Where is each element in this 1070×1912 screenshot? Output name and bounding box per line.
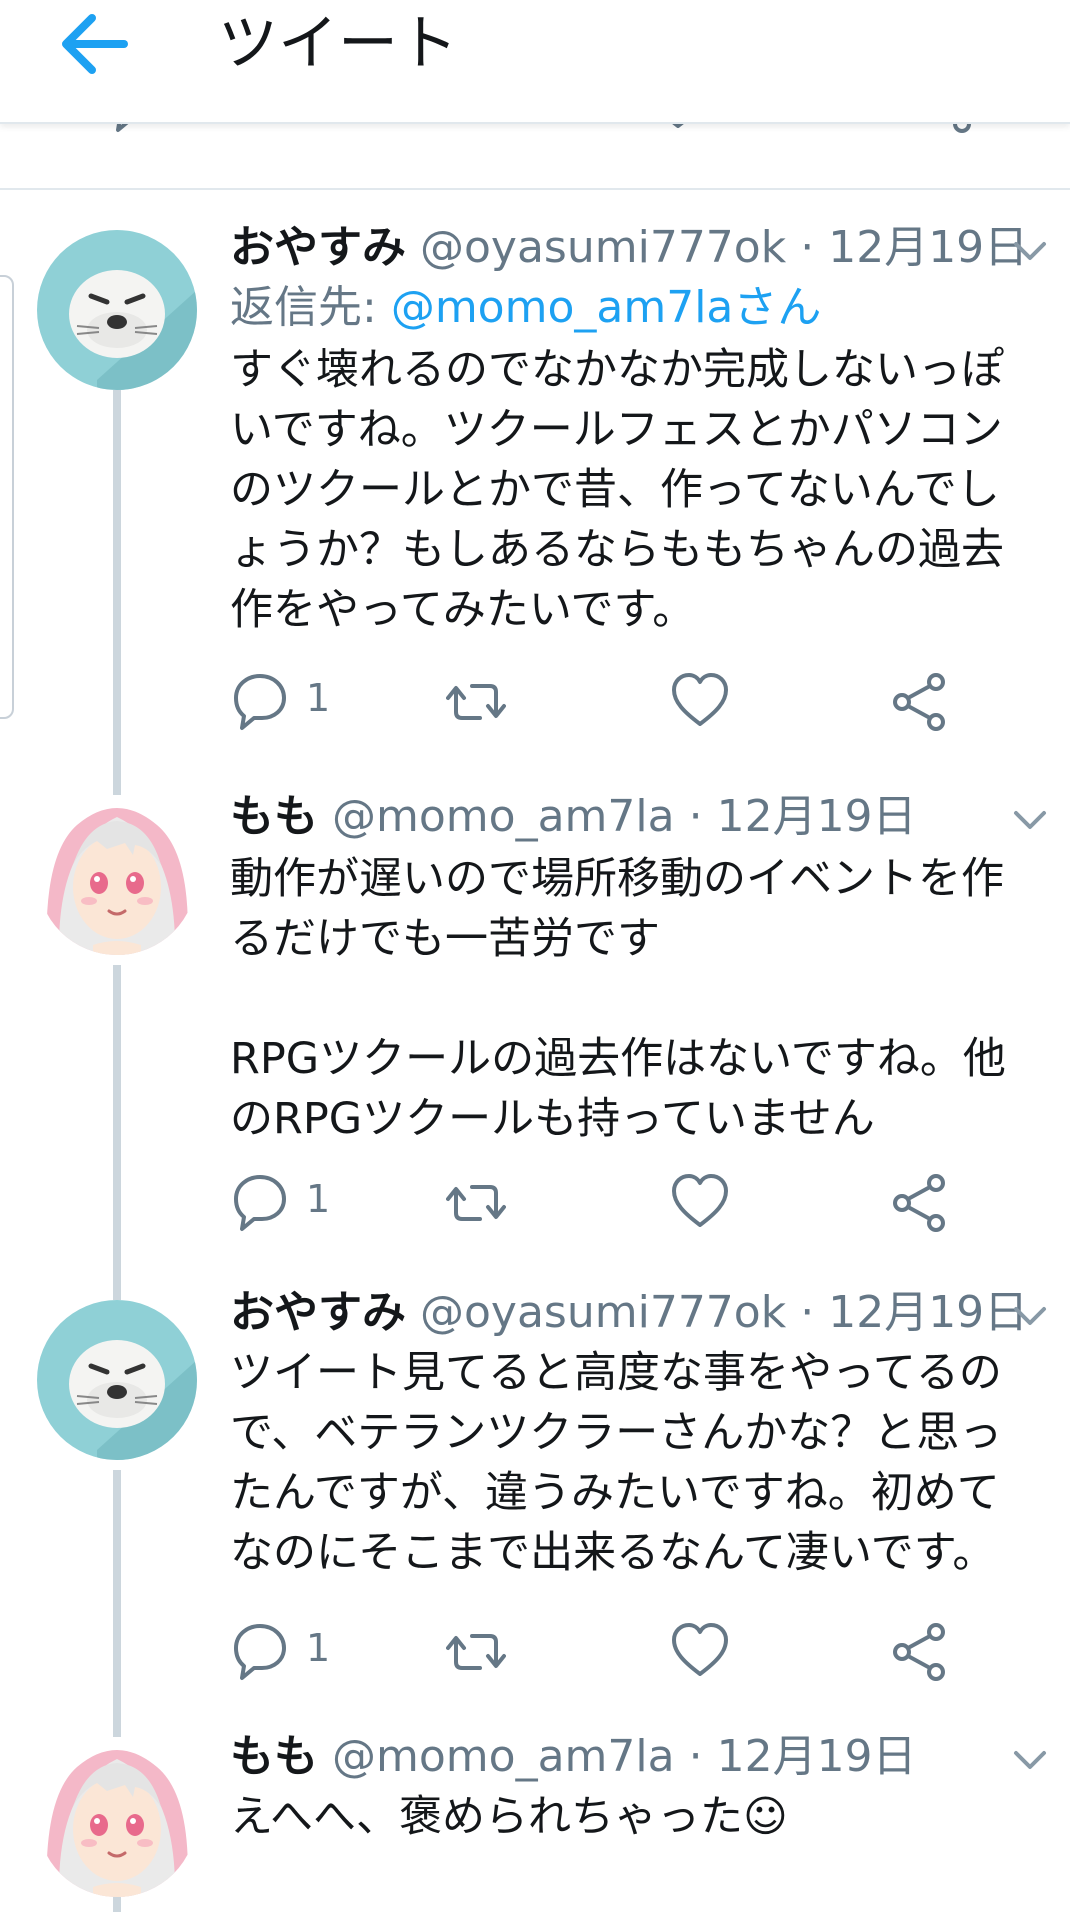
back-button[interactable]: [56, 4, 136, 84]
thread-line: [113, 1470, 121, 1725]
retweet-icon: [446, 684, 506, 720]
separator-dot: ·: [800, 222, 815, 273]
reply-to-line: 返信先: @momo_am7laさん: [230, 280, 821, 336]
top-bar: ツイート: [0, 0, 1070, 124]
thread-line: [113, 1897, 121, 1912]
user-handle[interactable]: @momo_am7la: [332, 1731, 675, 1782]
display-name[interactable]: もも: [230, 791, 318, 842]
page-title: ツイート: [218, 9, 458, 79]
separator-dot: ·: [688, 1731, 703, 1782]
tweet-text: 動作が遅いので場所移動のイベントを作るだけでも一苦労です RPGツクールの過去作…: [230, 854, 1006, 1144]
tweet-header: もも @momo_am7la · 12月19日: [230, 1729, 917, 1785]
display-name[interactable]: おやすみ: [230, 1287, 406, 1338]
tweet-header: おやすみ @oyasumi777ok · 12月19日: [230, 220, 1028, 276]
reply-to-mention[interactable]: @momo_am7laさん: [391, 282, 822, 333]
chevron-down-icon[interactable]: [1010, 1297, 1050, 1337]
separator-dot: ·: [688, 791, 703, 842]
thread-line: [113, 1285, 121, 1300]
retweet-icon: [446, 1634, 506, 1670]
tweet-actions: 1: [230, 1169, 1010, 1232]
tweet-item[interactable]: おやすみ @oyasumi777ok · 12月19日 返信先: @momo_a…: [0, 190, 1070, 790]
chevron-down-icon[interactable]: [1010, 801, 1050, 841]
heart-icon: [672, 1174, 728, 1227]
tweet-item[interactable]: おやすみ @oyasumi777ok · 12月19日 ツイート見てると高度な事…: [0, 1285, 1070, 1725]
avatar[interactable]: [37, 1737, 197, 1897]
reply-count: 1: [306, 676, 331, 720]
reply-count: 1: [306, 1177, 331, 1221]
tweet-item[interactable]: もも @momo_am7la · 12月19日 動作が遅いので場所移動のイベント…: [0, 765, 1070, 1285]
tweet-actions: 1: [230, 668, 1010, 731]
user-handle[interactable]: @oyasumi777ok: [420, 222, 786, 273]
tweet-text: すぐ壊れるのでなかなか完成しないっぽいですね。ツクールフェスとかパソコンのツクー…: [230, 345, 1004, 635]
tweet-date[interactable]: 12月19日: [828, 222, 1028, 273]
tweet-date[interactable]: 12月19日: [828, 1287, 1028, 1338]
share-icon: [893, 1174, 945, 1232]
reply-to-label: 返信先:: [230, 282, 391, 333]
avatar[interactable]: [37, 1300, 197, 1460]
seal-avatar-icon: [37, 230, 197, 390]
tweet-header: もも @momo_am7la · 12月19日: [230, 789, 917, 845]
user-handle[interactable]: @momo_am7la: [332, 791, 675, 842]
tweet-item[interactable]: もも @momo_am7la · 12月19日 えへへ、褒められちゃった☺: [0, 1725, 1070, 1912]
thread-line: [113, 765, 121, 795]
tweet-actions: 1: [230, 1618, 1010, 1681]
separator-dot: ·: [800, 1287, 815, 1338]
reply-icon: [234, 1624, 286, 1680]
tweet-date[interactable]: 12月19日: [717, 1731, 917, 1782]
chevron-down-icon[interactable]: [1010, 232, 1050, 272]
anime-girl-avatar-icon: [37, 1737, 197, 1897]
display-name[interactable]: おやすみ: [230, 222, 406, 273]
tweet-date[interactable]: 12月19日: [717, 791, 917, 842]
heart-icon: [672, 1623, 728, 1676]
reply-count: 1: [306, 1626, 331, 1670]
retweet-icon: [446, 1185, 506, 1221]
avatar[interactable]: [37, 230, 197, 390]
reply-icon: [234, 1175, 286, 1231]
arrow-left-icon: [62, 14, 128, 74]
anime-girl-avatar-icon: [37, 795, 197, 955]
reply-icon: [234, 674, 286, 730]
share-icon: [893, 1623, 945, 1681]
heart-icon: [672, 673, 728, 726]
avatar[interactable]: [37, 795, 197, 955]
thread-line: [113, 1725, 121, 1737]
user-handle[interactable]: @oyasumi777ok: [420, 1287, 786, 1338]
thread-line: [113, 965, 121, 1285]
tweet-text: ツイート見てると高度な事をやってるので、ベテランツクラーさんかな？と思ったんです…: [230, 1348, 1003, 1578]
seal-avatar-icon: [37, 1300, 197, 1460]
tweet-header: おやすみ @oyasumi777ok · 12月19日: [230, 1285, 1028, 1341]
thread-line: [113, 390, 121, 790]
chevron-down-icon[interactable]: [1010, 1741, 1050, 1781]
display-name[interactable]: もも: [230, 1731, 318, 1782]
share-icon: [893, 673, 945, 731]
tweet-text: えへへ、褒められちゃった☺: [230, 1792, 788, 1842]
